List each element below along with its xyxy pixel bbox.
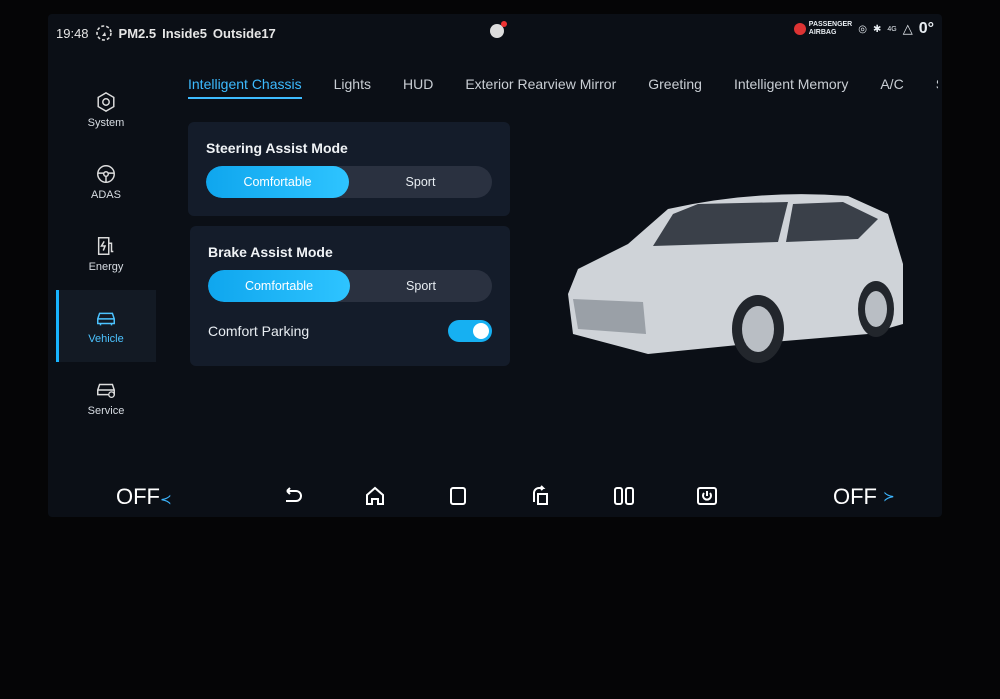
- brake-sport-option[interactable]: Sport: [350, 270, 492, 302]
- vehicle-image: [568, 194, 903, 363]
- notification-icon[interactable]: [490, 21, 507, 38]
- sidebar: System ADAS Energy Vehicle Service: [56, 74, 156, 434]
- clock: 19:48: [56, 25, 89, 41]
- sidebar-item-label: Service: [87, 405, 125, 417]
- sidebar-item-adas[interactable]: ADAS: [56, 146, 156, 218]
- brake-assist-selector: Comfortable Sport: [208, 270, 492, 302]
- brake-assist-card: Brake Assist Mode Comfortable Sport Comf…: [190, 226, 510, 366]
- split-screen-icon[interactable]: [612, 484, 636, 508]
- tab-lights[interactable]: Lights: [334, 76, 371, 99]
- signal-icon: 4G: [887, 25, 897, 33]
- sidebar-item-system[interactable]: System: [56, 74, 156, 146]
- screen-off-icon[interactable]: [695, 484, 719, 508]
- back-icon[interactable]: [280, 484, 304, 508]
- right-fan-status[interactable]: OFF: [833, 484, 877, 510]
- right-fan-icon: ≻: [883, 488, 895, 504]
- status-right: PASSENGER AIRBAG ◎ ✱ 4G △ 0°: [793, 20, 934, 38]
- sidebar-item-label: Energy: [88, 261, 124, 273]
- fuel-charge-icon: [97, 237, 114, 255]
- steering-comfortable-option[interactable]: Comfortable: [206, 166, 349, 198]
- steering-wheel-icon: [97, 165, 115, 183]
- sidebar-item-label: ADAS: [91, 189, 121, 201]
- airbag-line2: AIRBAG: [808, 29, 837, 36]
- tab-more[interactable]: S: [936, 76, 938, 99]
- tab-hud[interactable]: HUD: [403, 76, 433, 99]
- steering-assist-selector: Comfortable Sport: [206, 166, 492, 198]
- sidebar-item-service[interactable]: Service: [56, 362, 156, 434]
- inside-pm: Inside5: [162, 25, 207, 41]
- comfort-parking-label: Comfort Parking: [208, 323, 310, 339]
- bluetooth-icon: ✱: [872, 23, 882, 35]
- airbag-line1: PASSENGER: [808, 21, 853, 28]
- airbag-indicator: PASSENGER AIRBAG: [793, 21, 853, 37]
- sidebar-item-vehicle[interactable]: Vehicle: [56, 290, 156, 362]
- temperature: 0°: [918, 20, 934, 37]
- recent-apps-icon[interactable]: [446, 484, 470, 508]
- left-fan-status[interactable]: OFF≺: [116, 484, 172, 510]
- tab-ac[interactable]: A/C: [880, 76, 903, 99]
- tab-bar: Intelligent Chassis Lights HUD Exterior …: [188, 76, 938, 99]
- location-icon: ◎: [858, 23, 867, 35]
- outside-pm: Outside17: [212, 25, 276, 41]
- weather-icon: △: [902, 21, 913, 36]
- car-service-icon: [97, 383, 115, 398]
- air-quality-icon: [95, 25, 112, 41]
- tab-intelligent-chassis[interactable]: Intelligent Chassis: [188, 76, 302, 99]
- airbag-off-icon: [793, 23, 806, 35]
- comfort-parking-toggle[interactable]: [448, 320, 492, 342]
- sidebar-item-energy[interactable]: Energy: [56, 218, 156, 290]
- infotainment-screen: 19:48 PM2.5 Inside5 Outside17 PASSENGER A…: [48, 14, 942, 517]
- sidebar-item-label: System: [87, 117, 125, 129]
- tab-exterior-rearview-mirror[interactable]: Exterior Rearview Mirror: [465, 76, 616, 99]
- comfort-parking-row: Comfort Parking: [208, 320, 492, 342]
- sidebar-item-label: Vehicle: [88, 333, 124, 345]
- car-icon: [97, 312, 115, 326]
- tab-greeting[interactable]: Greeting: [648, 76, 702, 99]
- steering-assist-title: Steering Assist Mode: [206, 140, 348, 156]
- brake-comfortable-option[interactable]: Comfortable: [208, 270, 350, 302]
- rotate-screen-icon[interactable]: [529, 484, 553, 508]
- bottom-bar: OFF≺ OFF ≻: [48, 476, 942, 516]
- pm25-label: PM2.5: [118, 25, 157, 41]
- steering-assist-card: Steering Assist Mode Comfortable Sport: [188, 122, 510, 216]
- tab-intelligent-memory[interactable]: Intelligent Memory: [734, 76, 848, 99]
- brake-assist-title: Brake Assist Mode: [208, 244, 333, 260]
- steering-sport-option[interactable]: Sport: [349, 166, 492, 198]
- gear-icon: [97, 91, 115, 113]
- status-bar: 19:48 PM2.5 Inside5 Outside17: [56, 24, 276, 42]
- home-icon[interactable]: [363, 484, 387, 508]
